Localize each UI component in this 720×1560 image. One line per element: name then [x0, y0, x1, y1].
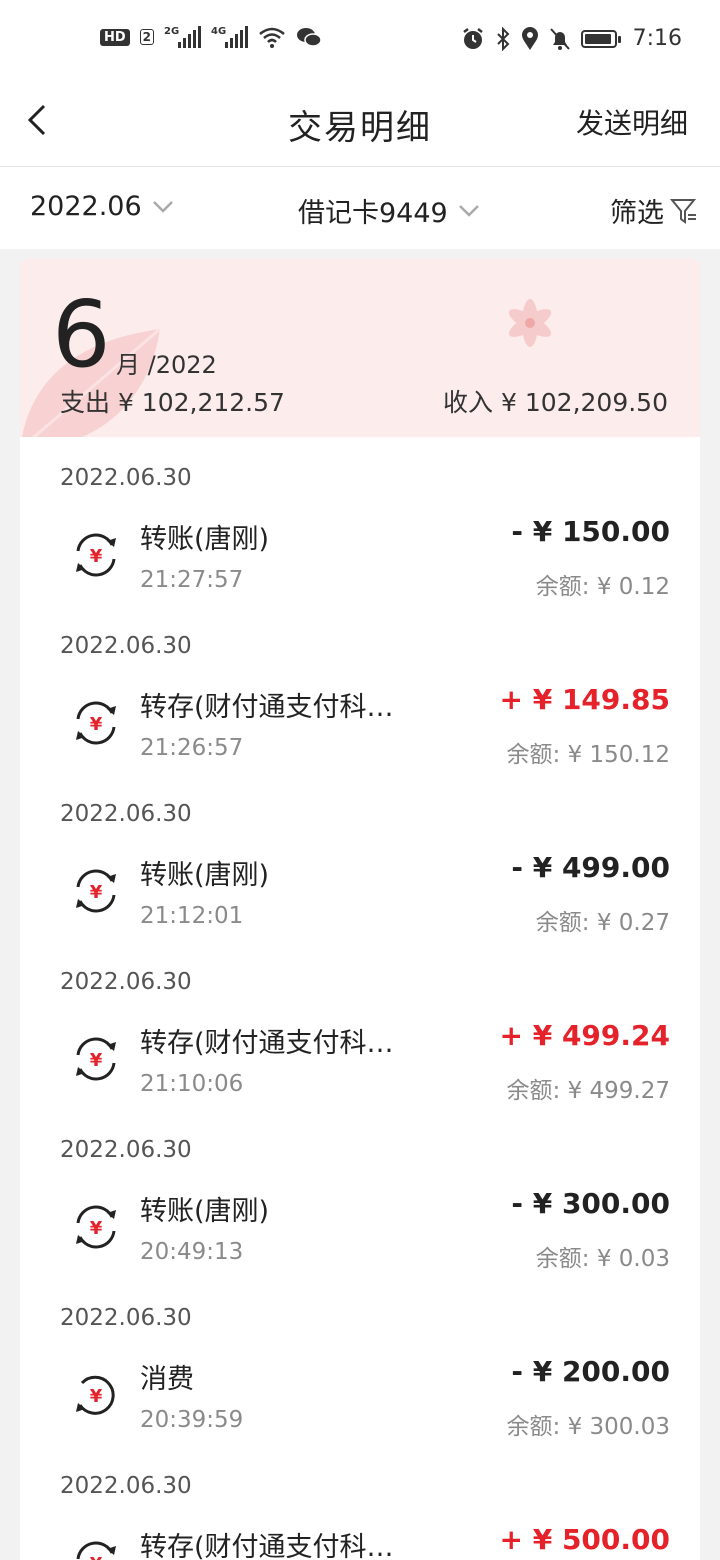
summary-month-suffix: 月 /2022: [116, 351, 217, 379]
svg-text:¥: ¥: [90, 1554, 103, 1560]
wechat-icon: [297, 28, 322, 47]
transaction-amount: - ¥ 499.00: [511, 851, 670, 884]
transaction-date: 2022.06.30: [60, 1137, 192, 1163]
signal-2g-icon: 2G: [164, 26, 202, 48]
transaction-balance: 余额: ¥ 0.03: [535, 1246, 670, 1272]
mute-icon: [549, 27, 570, 50]
status-time: 7:16: [632, 26, 682, 51]
transaction-title: 转账(唐刚): [140, 524, 270, 555]
transaction-title: 消费: [140, 1364, 194, 1395]
transaction-row[interactable]: 2022.06.30 ¥ 转账(唐刚) 21:27:57 - ¥ 150.00 …: [20, 437, 700, 605]
svg-text:¥: ¥: [90, 714, 103, 735]
transaction-row[interactable]: 2022.06.30 ¥ 转存(财付通支付科… + ¥ 500.00: [20, 1445, 700, 1560]
transfer-icon: ¥: [76, 1541, 116, 1560]
monthly-summary: 6 月 /2022 支出 ¥ 102,212.57 收入 ¥ 102,209.5…: [20, 259, 700, 437]
sim-number: 2: [139, 29, 155, 45]
filter-icon: [670, 198, 697, 224]
chevron-down-icon: [152, 200, 173, 213]
transaction-date: 2022.06.30: [60, 1305, 192, 1331]
transaction-title: 转存(财付通支付科…: [140, 692, 394, 723]
filter-bar: 2022.06 借记卡9449 筛选: [0, 167, 720, 249]
status-right: 7:16: [461, 26, 682, 51]
bluetooth-icon: [496, 26, 510, 51]
alarm-icon: [462, 27, 483, 49]
transaction-amount: + ¥ 149.85: [499, 683, 671, 716]
location-icon: [521, 26, 538, 50]
transaction-date: 2022.06.30: [60, 633, 192, 659]
transfer-icon: ¥: [76, 1205, 116, 1249]
chevron-down-icon: [458, 204, 479, 217]
svg-text:¥: ¥: [90, 1218, 103, 1239]
transaction-time: 21:26:57: [140, 735, 244, 761]
status-bar: HD 2 2G 4G 7:16: [0, 0, 720, 84]
filter-button-label: 筛选: [610, 198, 664, 229]
svg-text:¥: ¥: [90, 1386, 103, 1407]
transaction-amount: + ¥ 500.00: [499, 1523, 671, 1556]
transfer-icon: ¥: [76, 701, 116, 745]
transaction-balance: 余额: ¥ 300.03: [506, 1414, 670, 1440]
transfer-icon: ¥: [76, 1037, 116, 1081]
transaction-date: 2022.06.30: [60, 801, 192, 827]
card-selector[interactable]: 借记卡9449: [298, 191, 480, 230]
summary-spend: 支出 ¥ 102,212.57: [60, 388, 285, 417]
transaction-amount: + ¥ 499.24: [499, 1019, 671, 1052]
transaction-time: 21:27:57: [140, 567, 244, 593]
transaction-date: 2022.06.30: [60, 1473, 192, 1499]
transaction-balance: 余额: ¥ 0.27: [535, 910, 670, 936]
transaction-amount: - ¥ 150.00: [511, 515, 670, 548]
transaction-time: 20:49:13: [140, 1239, 244, 1265]
status-left: HD 2 2G 4G: [100, 26, 322, 48]
transaction-row[interactable]: 2022.06.30 ¥ 消费 20:39:59 - ¥ 200.00 余额: …: [20, 1277, 700, 1445]
transaction-date: 2022.06.30: [60, 465, 192, 491]
transaction-title: 转账(唐刚): [140, 860, 270, 891]
transaction-balance: 余额: ¥ 499.27: [506, 1078, 670, 1104]
transfer-icon: ¥: [76, 533, 116, 577]
transaction-time: 21:12:01: [140, 903, 244, 929]
transaction-time: 21:10:06: [140, 1071, 244, 1097]
transaction-amount: - ¥ 200.00: [511, 1355, 670, 1388]
signal-4g-icon: 4G: [211, 26, 249, 48]
transaction-row[interactable]: 2022.06.30 ¥ 转账(唐刚) 20:49:13 - ¥ 300.00 …: [20, 1109, 700, 1277]
svg-text:¥: ¥: [90, 882, 103, 903]
battery-icon: [580, 29, 621, 48]
card-selector-label: 借记卡9449: [298, 198, 448, 229]
wifi-icon: [259, 27, 285, 48]
app-header: 交易明细 发送明细: [0, 84, 720, 167]
transaction-time: 20:39:59: [140, 1407, 244, 1433]
transaction-balance: 余额: ¥ 150.12: [506, 742, 670, 768]
transaction-row[interactable]: 2022.06.30 ¥ 转存(财付通支付科… 21:26:57 + ¥ 149…: [20, 605, 700, 773]
transfer-icon: ¥: [76, 869, 116, 913]
flower-decoration-icon: [508, 299, 552, 347]
transaction-balance: 余额: ¥ 0.12: [535, 574, 670, 600]
transaction-title: 转存(财付通支付科…: [140, 1028, 394, 1059]
svg-text:¥: ¥: [90, 1050, 103, 1071]
summary-month: 6: [52, 281, 111, 388]
transaction-title: 转账(唐刚): [140, 1196, 270, 1227]
transaction-card: 6 月 /2022 支出 ¥ 102,212.57 收入 ¥ 102,209.5…: [20, 259, 700, 1560]
transaction-title: 转存(财付通支付科…: [140, 1532, 394, 1560]
transaction-row[interactable]: 2022.06.30 ¥ 转存(财付通支付科… 21:10:06 + ¥ 499…: [20, 941, 700, 1109]
filter-button[interactable]: 筛选: [610, 191, 698, 230]
hd-icon: HD: [100, 28, 130, 46]
send-details-button[interactable]: 发送明细: [576, 102, 688, 142]
transaction-row[interactable]: 2022.06.30 ¥ 转账(唐刚) 21:12:01 - ¥ 499.00 …: [20, 773, 700, 941]
month-selector-label: 2022.06: [30, 191, 142, 222]
transaction-date: 2022.06.30: [60, 969, 192, 995]
transaction-list: 2022.06.30 ¥ 转账(唐刚) 21:27:57 - ¥ 150.00 …: [20, 437, 700, 1560]
transaction-amount: - ¥ 300.00: [511, 1187, 670, 1220]
svg-text:¥: ¥: [90, 546, 103, 567]
consume-icon: ¥: [76, 1375, 115, 1415]
summary-income: 收入 ¥ 102,209.50: [443, 388, 668, 417]
month-selector[interactable]: 2022.06: [30, 191, 174, 222]
